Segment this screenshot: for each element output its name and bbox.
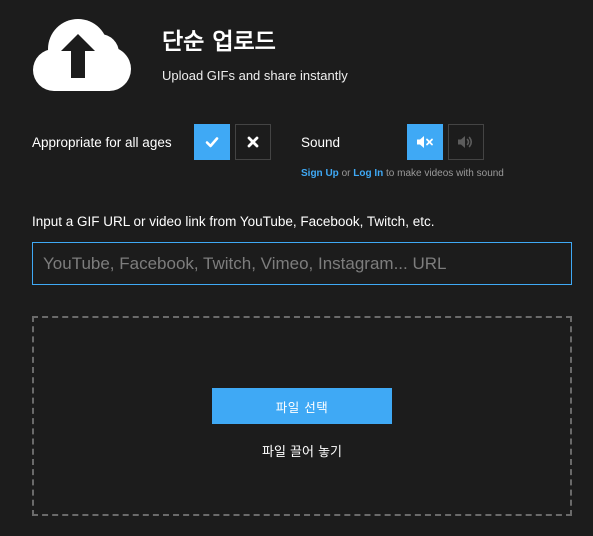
speaker-icon (458, 136, 473, 148)
choose-file-button[interactable]: 파일 선택 (212, 388, 392, 424)
x-icon (247, 136, 259, 148)
note-suffix-text: to make videos with sound (386, 168, 504, 179)
drop-file-text: 파일 끌어 놓기 (261, 445, 343, 460)
note-or-text: or (341, 168, 351, 179)
rating-no-button[interactable] (235, 124, 271, 160)
sound-muted-button[interactable] (407, 124, 443, 160)
sound-login-note: Sign Up or Log In to make videos with so… (301, 168, 504, 179)
rating-yes-button[interactable] (194, 124, 230, 160)
page-subtitle: Upload GIFs and share instantly (162, 68, 348, 83)
log-in-link[interactable]: Log In (353, 168, 383, 179)
rating-label: Appropriate for all ages (32, 135, 172, 150)
url-input[interactable] (32, 242, 572, 285)
url-label: Input a GIF URL or video link from YouTu… (32, 214, 435, 229)
checkmark-icon (205, 137, 219, 148)
cloud-upload-icon (33, 19, 131, 91)
sound-label: Sound (301, 135, 341, 150)
sound-on-button[interactable] (448, 124, 484, 160)
sign-up-link[interactable]: Sign Up (301, 168, 339, 179)
speaker-muted-icon (417, 136, 433, 148)
page-title: 단순 업로드 (162, 29, 276, 55)
